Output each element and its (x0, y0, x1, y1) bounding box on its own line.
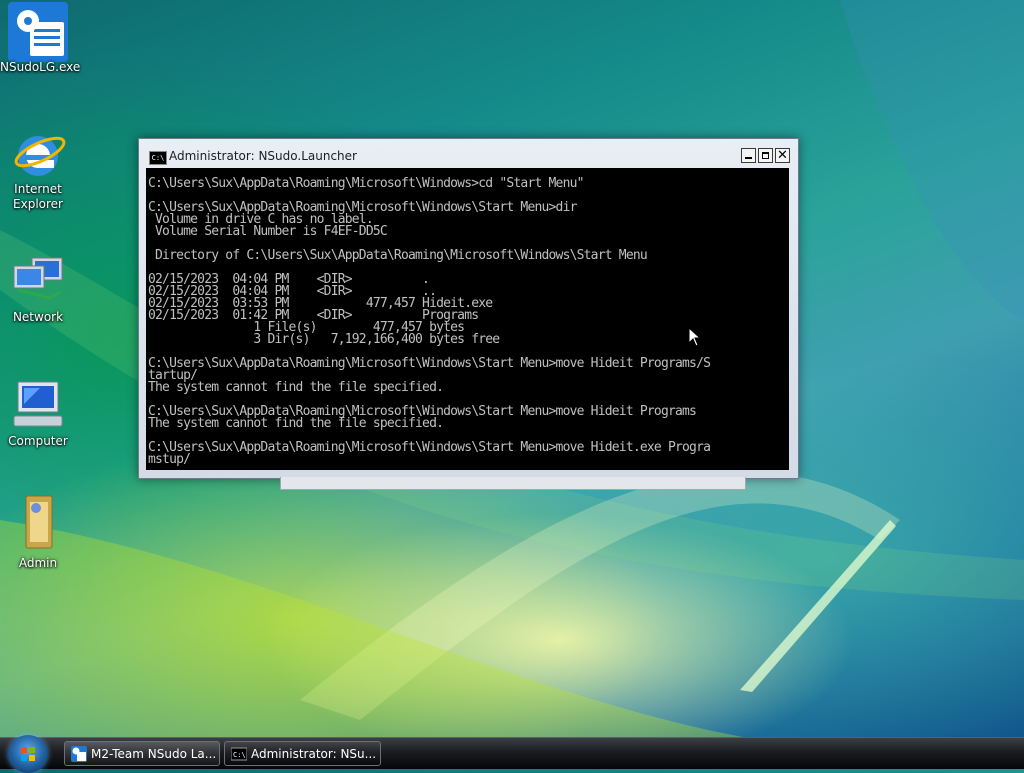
console-window[interactable]: C:\ Administrator: NSudo.Launcher ✕ C:\U… (138, 138, 799, 479)
desktop-icon-label: NSudoLG.exe (0, 60, 81, 74)
window-shadow-bar (280, 477, 746, 490)
desktop-icon-nsudolg[interactable]: NSudoLG.exe (0, 2, 80, 74)
mouse-pointer-icon (688, 327, 702, 347)
desktop-icon-admin[interactable]: Admin (0, 494, 76, 571)
console-text: C:\Users\Sux\AppData\Roaming\Microsoft\W… (148, 176, 711, 467)
svg-text:C:\: C:\ (233, 751, 246, 759)
internet-explorer-icon (14, 126, 66, 176)
desktop-icon-label: Internet Explorer (13, 182, 63, 211)
taskbar-button-label: Administrator: NSu... (251, 747, 377, 761)
close-button[interactable]: ✕ (775, 148, 790, 163)
windows-start-orb-icon[interactable] (8, 735, 48, 773)
nsudo-gear-icon (8, 2, 68, 62)
network-icon (13, 256, 63, 304)
desktop-icon-computer[interactable]: Computer (0, 380, 76, 449)
desktop-icon-network[interactable]: Network (0, 256, 76, 325)
desktop-icon-internet-explorer[interactable]: Internet Explorer (0, 126, 76, 212)
window-titlebar[interactable]: C:\ Administrator: NSudo.Launcher ✕ (139, 139, 798, 167)
user-folder-icon (14, 494, 62, 549)
minimize-button[interactable] (741, 148, 756, 163)
desktop-icon-label: Computer (8, 434, 68, 448)
maximize-button[interactable] (758, 148, 773, 163)
taskbar-button-console[interactable]: C:\ Administrator: NSu... (224, 741, 381, 766)
nsudo-app-icon (71, 746, 87, 762)
window-title: Administrator: NSudo.Launcher (169, 149, 357, 163)
taskbar-button-label: M2-Team NSudo La... (91, 747, 217, 761)
desktop-icon-label: Network (12, 310, 64, 324)
console-icon: C:\ (149, 151, 167, 165)
console-icon: C:\ (231, 747, 247, 761)
desktop-icon-label: Admin (18, 556, 58, 570)
computer-icon (13, 380, 63, 428)
console-output-area[interactable]: C:\Users\Sux\AppData\Roaming\Microsoft\W… (146, 168, 789, 470)
taskbar: M2-Team NSudo La... C:\ Administrator: N… (0, 735, 1024, 773)
taskbar-button-nsudo[interactable]: M2-Team NSudo La... (64, 741, 220, 766)
